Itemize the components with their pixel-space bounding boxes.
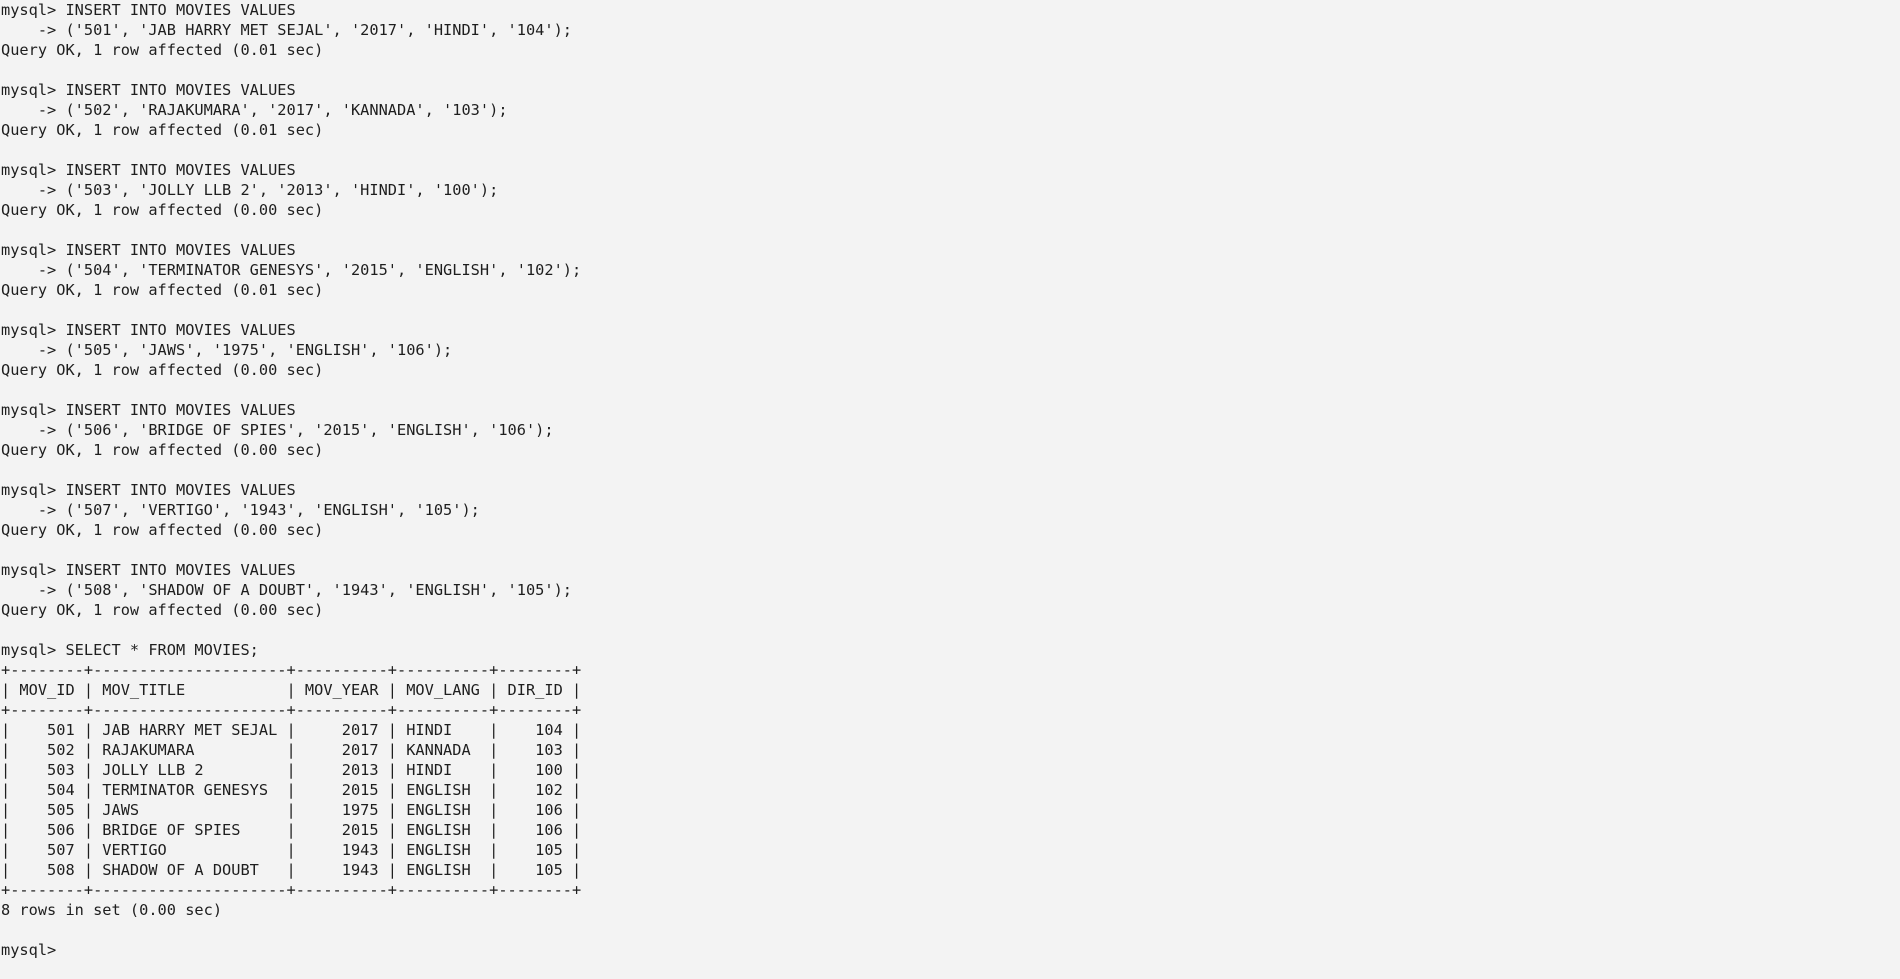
- continuation-line: -> ('503', 'JOLLY LLB 2', '2013', 'HINDI…: [1, 181, 499, 199]
- status-line: Query OK, 1 row affected (0.00 sec): [1, 441, 324, 459]
- continuation-line: -> ('504', 'TERMINATOR GENESYS', '2015',…: [1, 261, 582, 279]
- table-row-line: | 507 | VERTIGO | 1943 | ENGLISH | 105 |: [1, 841, 582, 859]
- continuation-line: -> ('506', 'BRIDGE OF SPIES', '2015', 'E…: [1, 421, 554, 439]
- command-line: mysql> INSERT INTO MOVIES VALUES: [1, 561, 296, 579]
- table-row-line: | 501 | JAB HARRY MET SEJAL | 2017 | HIN…: [1, 721, 582, 739]
- table-row-line: | 503 | JOLLY LLB 2 | 2013 | HINDI | 100…: [1, 761, 582, 779]
- table-border-line: +--------+---------------------+--------…: [1, 701, 582, 719]
- command-prompt-input[interactable]: mysql>: [1, 940, 1900, 960]
- table-row-line: | 506 | BRIDGE OF SPIES | 2015 | ENGLISH…: [1, 821, 582, 839]
- table-row-line: | 505 | JAWS | 1975 | ENGLISH | 106 |: [1, 801, 582, 819]
- command-line: mysql> SELECT * FROM MOVIES;: [1, 641, 259, 659]
- command-line: mysql> INSERT INTO MOVIES VALUES: [1, 81, 296, 99]
- status-line: Query OK, 1 row affected (0.00 sec): [1, 361, 324, 379]
- command-line: mysql> INSERT INTO MOVIES VALUES: [1, 1, 296, 19]
- terminal-output[interactable]: mysql> INSERT INTO MOVIES VALUES -> ('50…: [0, 0, 1900, 979]
- table-row-line: | 504 | TERMINATOR GENESYS | 2015 | ENGL…: [1, 781, 582, 799]
- command-line: mysql> INSERT INTO MOVIES VALUES: [1, 321, 296, 339]
- table-row-line: | MOV_ID | MOV_TITLE | MOV_YEAR | MOV_LA…: [1, 681, 582, 699]
- command-line: mysql> INSERT INTO MOVIES VALUES: [1, 401, 296, 419]
- status-line: Query OK, 1 row affected (0.01 sec): [1, 121, 324, 139]
- status-line: Query OK, 1 row affected (0.00 sec): [1, 601, 324, 619]
- continuation-line: -> ('505', 'JAWS', '1975', 'ENGLISH', '1…: [1, 341, 453, 359]
- continuation-line: -> ('507', 'VERTIGO', '1943', 'ENGLISH',…: [1, 501, 480, 519]
- status-line: Query OK, 1 row affected (0.01 sec): [1, 281, 324, 299]
- continuation-line: -> ('501', 'JAB HARRY MET SEJAL', '2017'…: [1, 21, 572, 39]
- table-row-line: | 502 | RAJAKUMARA | 2017 | KANNADA | 10…: [1, 741, 582, 759]
- status-line: Query OK, 1 row affected (0.00 sec): [1, 521, 324, 539]
- status-line: Query OK, 1 row affected (0.00 sec): [1, 201, 324, 219]
- command-line: mysql> INSERT INTO MOVIES VALUES: [1, 241, 296, 259]
- status-line: 8 rows in set (0.00 sec): [1, 901, 223, 919]
- table-border-line: +--------+---------------------+--------…: [1, 661, 582, 679]
- table-row-line: | 508 | SHADOW OF A DOUBT | 1943 | ENGLI…: [1, 861, 582, 879]
- continuation-line: -> ('502', 'RAJAKUMARA', '2017', 'KANNAD…: [1, 101, 508, 119]
- table-border-line: +--------+---------------------+--------…: [1, 881, 582, 899]
- command-line: mysql> INSERT INTO MOVIES VALUES: [1, 481, 296, 499]
- command-line: mysql> INSERT INTO MOVIES VALUES: [1, 161, 296, 179]
- continuation-line: -> ('508', 'SHADOW OF A DOUBT', '1943', …: [1, 581, 572, 599]
- status-line: Query OK, 1 row affected (0.01 sec): [1, 41, 324, 59]
